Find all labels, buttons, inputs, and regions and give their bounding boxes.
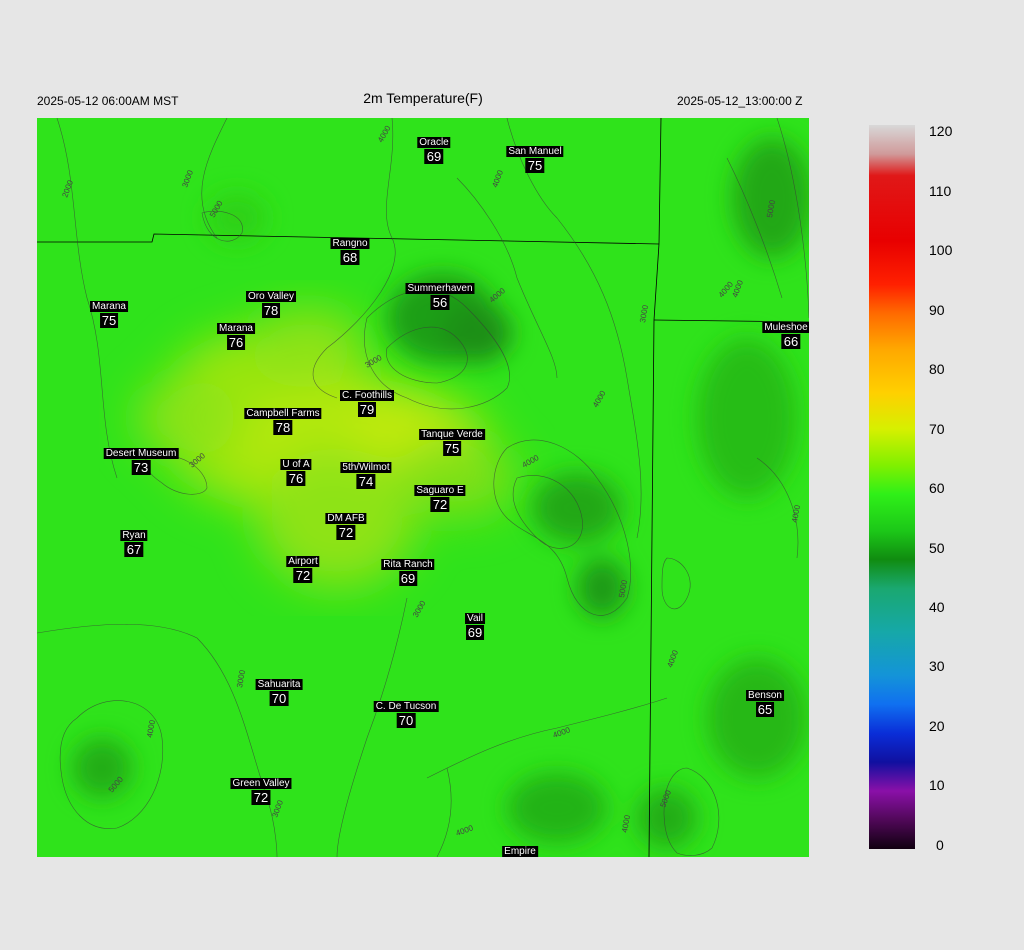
station-muleshoe-r: Muleshoe R 66: [762, 322, 809, 351]
station-campbell-farms: Campbell Farms 78: [244, 408, 322, 435]
colorbar-tick: 30: [929, 658, 945, 674]
colorbar-tick: 20: [929, 718, 945, 734]
station-sahuarita: Sahuarita 70: [255, 679, 303, 706]
colorbar-tick: 40: [929, 599, 945, 615]
station-marana: Marana 76: [217, 323, 255, 350]
colorbar-tick: 70: [929, 421, 945, 437]
station-airport: Airport 72: [286, 556, 320, 583]
station-u-of-a: U of A 76: [280, 459, 312, 486]
temperature-colorbar: [869, 125, 915, 849]
station-marana-west: Marana 75: [90, 301, 128, 328]
colorbar-tick: 90: [929, 302, 945, 318]
colorbar-tick: 60: [929, 480, 945, 496]
station-oracle: Oracle 69: [417, 137, 451, 164]
valid-time-utc: 2025-05-12_13:00:00 Z: [677, 94, 803, 108]
colorbar-tick: 80: [929, 361, 945, 377]
station-saguaro-e: Saguaro E 72: [414, 485, 466, 512]
colorbar-tick: 10: [929, 777, 945, 793]
station-san-manuel: San Manuel 75: [506, 146, 564, 173]
station-summerhaven: Summerhaven 56: [405, 283, 475, 310]
colorbar-tick: 120: [929, 123, 953, 139]
colorbar-tick: 0: [936, 837, 944, 853]
station-desert-museum: Desert Museum 73: [103, 448, 179, 475]
station-c-de-tucson: C. De Tucson 70: [373, 701, 439, 728]
station-green-valley: Green Valley 72: [230, 778, 292, 805]
station-vail: Vail 69: [465, 613, 485, 640]
station-oro-valley: Oro Valley 78: [246, 291, 296, 318]
colorbar-tick: 100: [929, 242, 953, 258]
station-rita-ranch: Rita Ranch 69: [381, 559, 435, 586]
station-c-foothills: C. Foothills 79: [339, 390, 395, 417]
station-5th-wilmot: 5th/Wilmot 74: [340, 462, 392, 489]
station-benson: Benson 65: [746, 690, 784, 717]
colorbar-tick: 50: [929, 540, 945, 556]
station-tanque-verde: Tanque Verde 75: [419, 429, 485, 456]
colorbar-tick: 110: [929, 183, 952, 199]
station-rangno: Rangno 68: [330, 238, 370, 265]
station-dm-afb: DM AFB 72: [325, 513, 367, 540]
station-empire: Empire: [502, 846, 538, 857]
temperature-map: 2000 3000 4000 4000 5000 4000 3000 4000 3000 4000…: [37, 118, 809, 857]
station-ryan: Ryan 67: [120, 530, 148, 557]
colorbar-gradient: [869, 125, 915, 849]
